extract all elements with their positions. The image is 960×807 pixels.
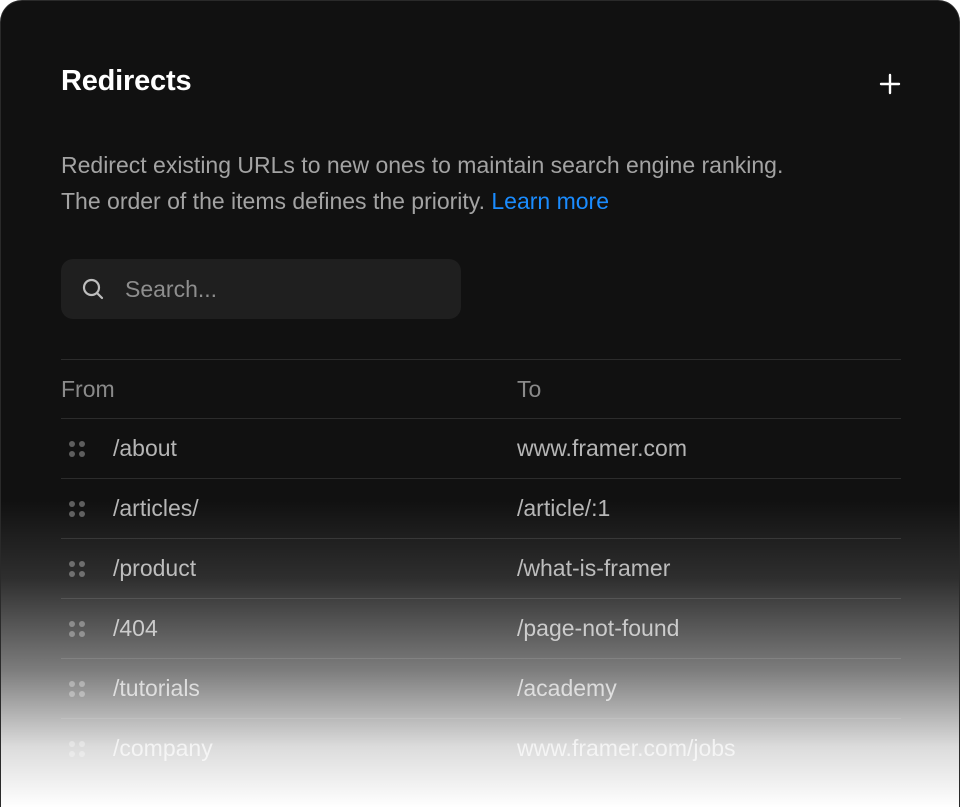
plus-icon xyxy=(879,73,901,95)
add-redirect-button[interactable] xyxy=(871,65,909,103)
redirects-panel: Redirects Redirect existing URLs to new … xyxy=(0,0,960,807)
table-header: From To xyxy=(61,359,901,418)
table-row[interactable]: /product/what-is-framer xyxy=(61,538,901,598)
redirect-to: /article/:1 xyxy=(517,495,611,521)
table-row[interactable]: /articles/ /article/:1 xyxy=(61,478,901,538)
search-icon xyxy=(82,278,104,300)
learn-more-link[interactable]: Learn more xyxy=(491,188,609,214)
table-row[interactable]: /tutorials/academy xyxy=(61,658,901,718)
table-body: /about www.framer.com/articles/ /article/:… xyxy=(61,418,901,778)
drag-handle-icon[interactable] xyxy=(69,561,85,577)
drag-handle-icon[interactable] xyxy=(69,681,85,697)
redirect-from: /404 xyxy=(113,615,158,641)
redirect-to: /page-not-found xyxy=(517,615,680,641)
column-header-to: To xyxy=(517,376,542,402)
redirects-table: From To /about www.framer.com/articles//a… xyxy=(61,359,901,778)
page-title: Redirects xyxy=(61,65,192,97)
table-row[interactable]: /404/page-not-found xyxy=(61,598,901,658)
redirect-from: /about xyxy=(113,435,177,461)
search-input[interactable] xyxy=(125,259,445,319)
column-header-from: From xyxy=(61,376,115,402)
redirect-from: /product xyxy=(113,555,197,581)
redirect-from: /tutorials xyxy=(113,675,200,701)
description-text: Redirect existing URLs to new ones to ma… xyxy=(61,152,784,214)
search-box xyxy=(61,259,461,319)
redirect-to: /academy xyxy=(517,675,617,701)
drag-handle-icon[interactable] xyxy=(69,501,85,517)
drag-handle-icon[interactable] xyxy=(69,441,85,457)
redirect-to: /what-is-framer xyxy=(517,555,671,581)
redirect-from: /company xyxy=(113,735,213,761)
drag-handle-icon[interactable] xyxy=(69,741,85,757)
drag-handle-icon[interactable] xyxy=(69,621,85,637)
table-row[interactable]: /about www.framer.com xyxy=(61,418,901,478)
redirect-to: www.framer.com/jobs xyxy=(517,735,736,761)
redirect-to: www.framer.com xyxy=(517,435,687,461)
description: Redirect existing URLs to new ones to ma… xyxy=(61,147,821,219)
redirect-from: /articles/ xyxy=(113,495,199,521)
table-row[interactable]: /company www.framer.com/jobs xyxy=(61,718,901,778)
